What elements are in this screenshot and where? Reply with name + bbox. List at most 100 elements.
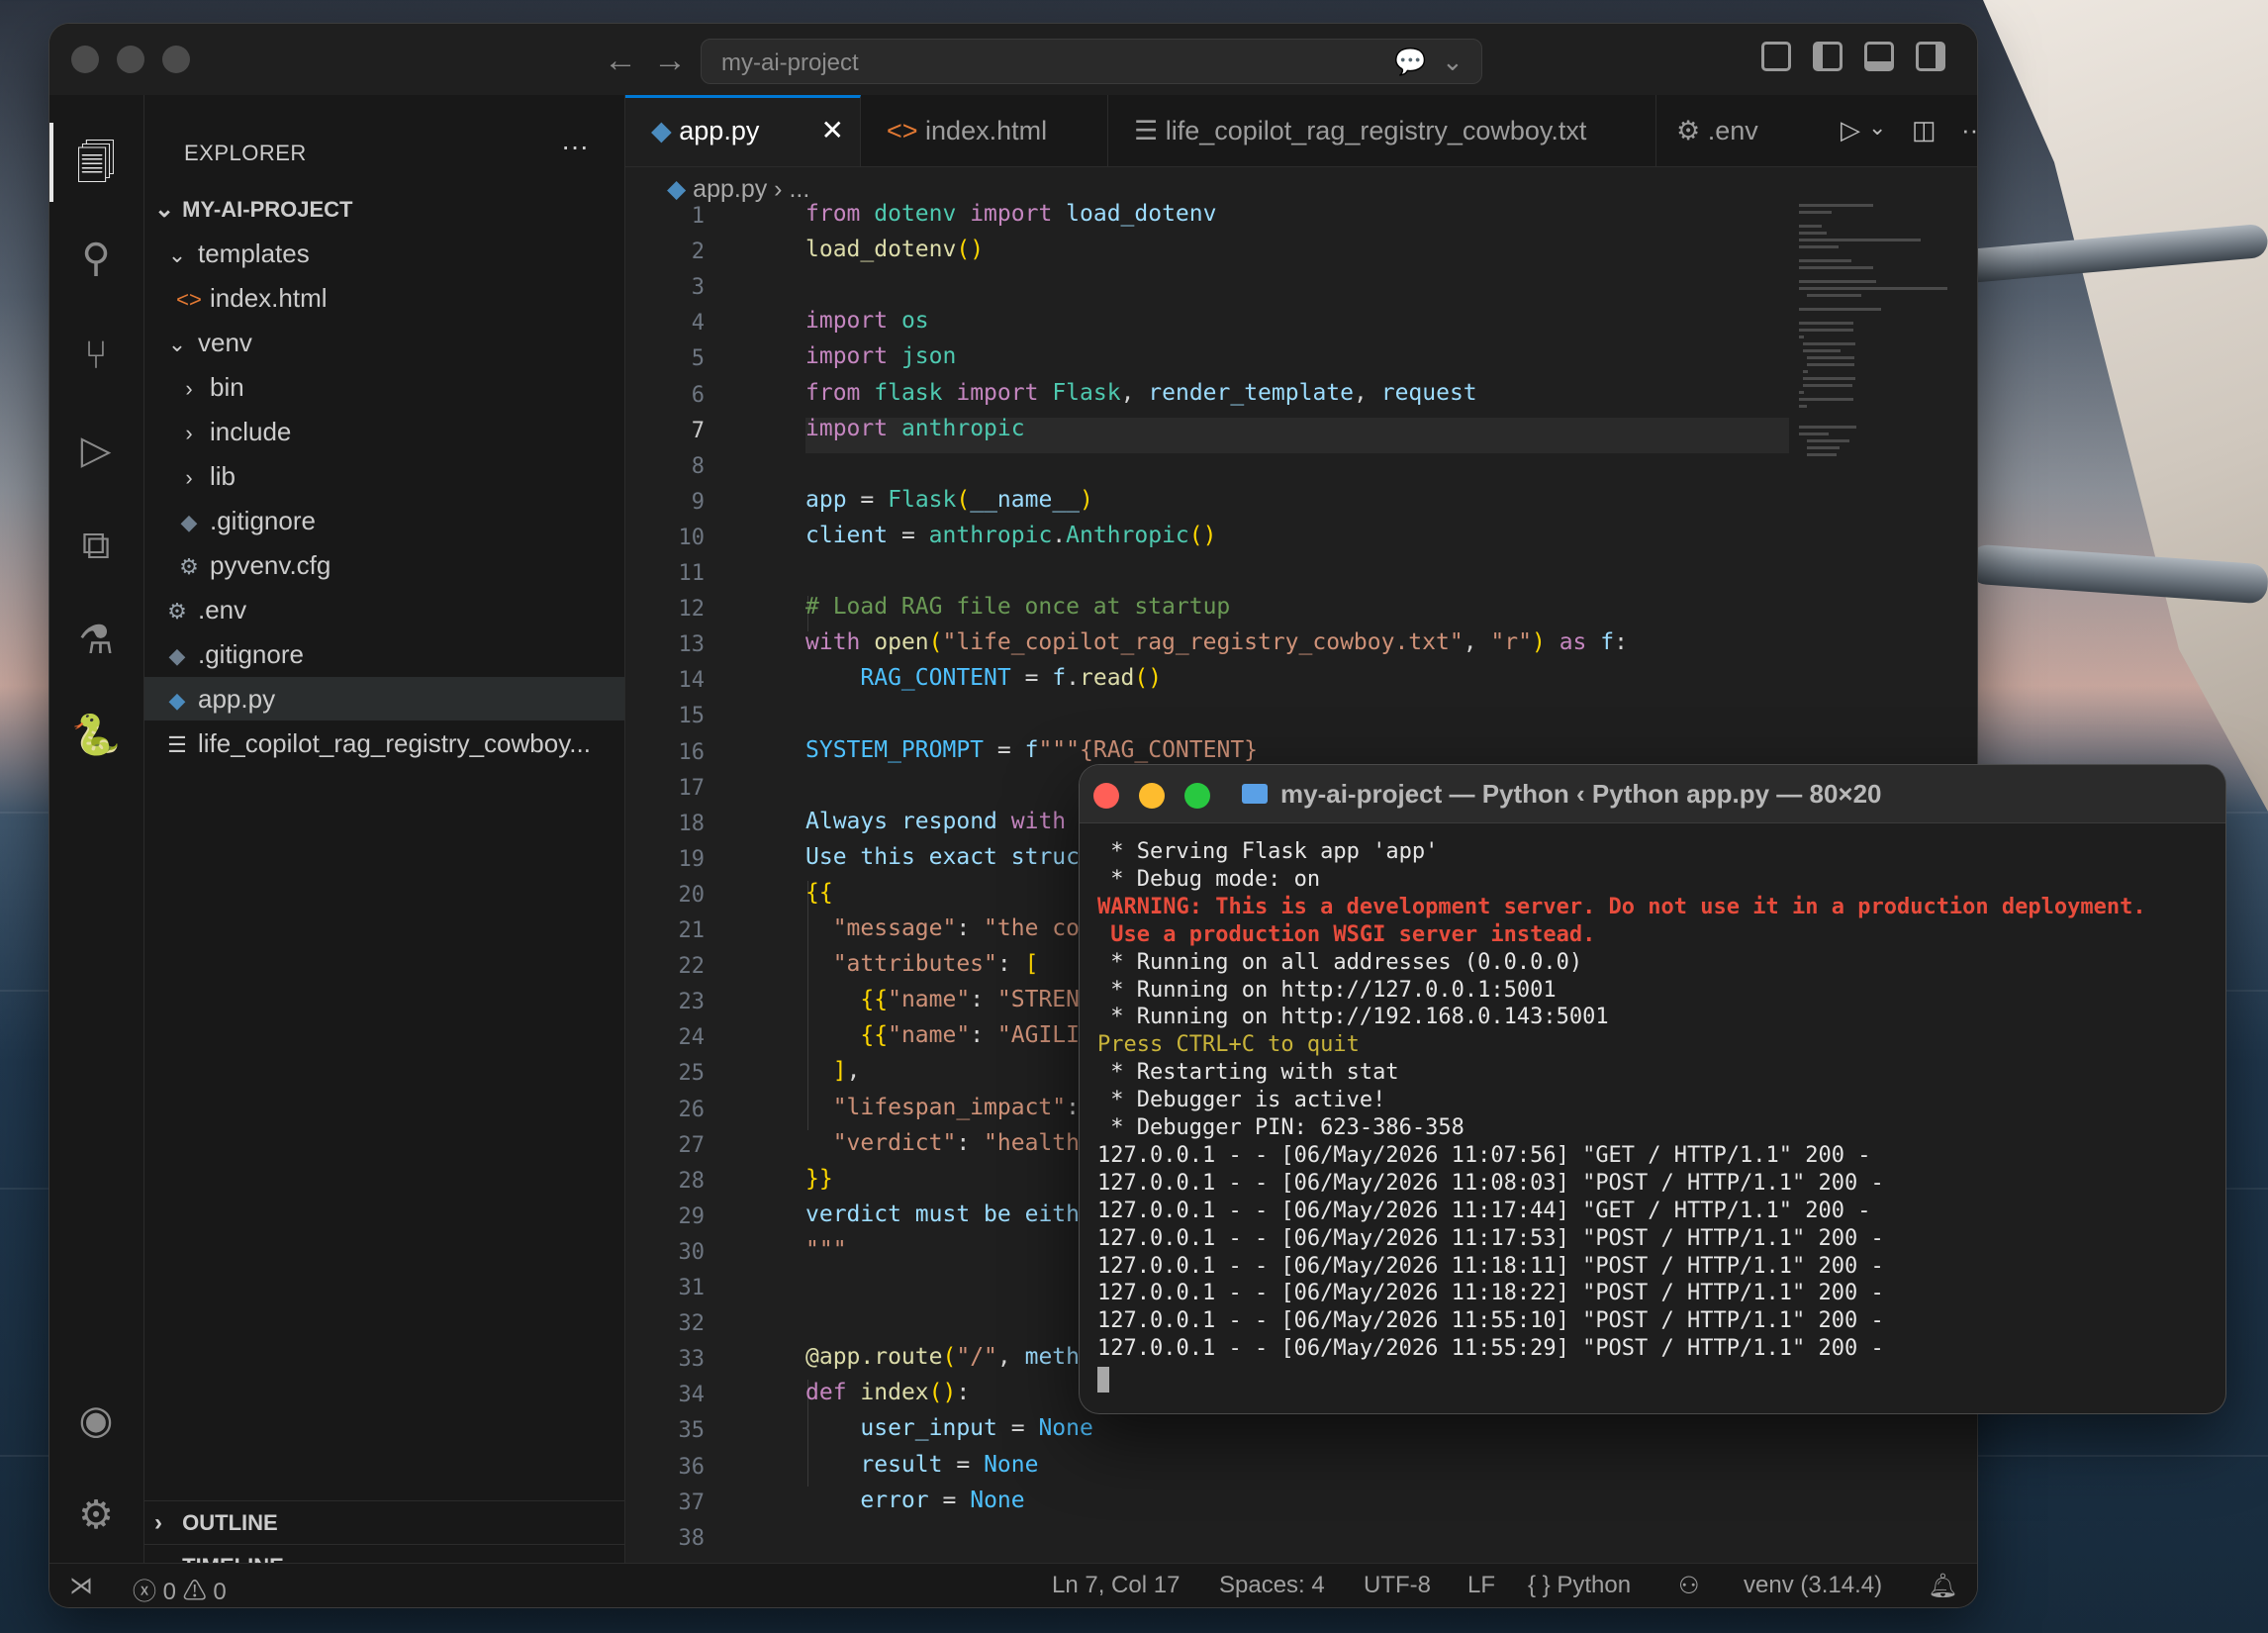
line-number: 12 <box>678 597 706 623</box>
more-actions-icon[interactable]: ··· <box>1961 115 1977 145</box>
tree-item[interactable]: ◆ app.py <box>144 677 624 720</box>
terminal-line: * Running on all addresses (0.0.0.0) <box>1097 949 1583 975</box>
tree-item[interactable]: › lib <box>144 454 624 498</box>
tree-item[interactable]: › include <box>144 410 624 453</box>
settings-gear-icon[interactable]: ⚙ <box>67 1487 125 1544</box>
code-line: Use this exact structu <box>805 843 1107 870</box>
code-line: import os <box>805 308 929 335</box>
minimap[interactable] <box>1799 204 1957 481</box>
terminal-line: * Debugger is active! <box>1097 1088 1386 1113</box>
chevron-down-icon: ⌄ <box>154 196 175 223</box>
notifications-bell-icon[interactable]: 🔔︎ <box>1928 1572 1957 1600</box>
python-icon[interactable]: 🐍 <box>67 707 125 764</box>
language-mode[interactable]: { } Python <box>1528 1572 1631 1599</box>
extensions-icon[interactable]: ⧉ <box>67 517 125 574</box>
tree-item[interactable]: ◆ .gitignore <box>144 632 624 676</box>
code-line: app = Flask(__name__) <box>805 486 1093 513</box>
tab-bar: ◆ app.py ✕ <> index.html ☰ life_copilot_… <box>625 95 1977 167</box>
indentation[interactable]: Spaces: 4 <box>1219 1572 1325 1599</box>
line-number: 19 <box>678 846 706 872</box>
tree-item[interactable]: ⚙ pyvenv.cfg <box>144 543 624 587</box>
toggle-panel-icon[interactable] <box>1864 42 1894 71</box>
line-number: 36 <box>678 1454 706 1480</box>
terminal-title: my-ai-project — Python ‹ Python app.py —… <box>1280 779 1882 809</box>
terminal-zoom-button[interactable] <box>1184 783 1210 809</box>
html-file-icon: <> <box>887 116 926 145</box>
source-control-icon[interactable]: ⑂ <box>67 327 125 384</box>
close-tab-icon[interactable]: ✕ <box>821 98 844 163</box>
close-window-button[interactable] <box>71 46 99 73</box>
encoding[interactable]: UTF-8 <box>1364 1572 1431 1599</box>
terminal-line: 127.0.0.1 - - [06/May/2026 11:18:22] "PO… <box>1097 1281 1884 1306</box>
terminal-minimize-button[interactable] <box>1139 783 1165 809</box>
tab-index-html[interactable]: <> index.html <box>861 95 1108 166</box>
minimize-window-button[interactable] <box>117 46 144 73</box>
toggle-secondary-sidebar-icon[interactable] <box>1916 42 1945 71</box>
line-number: 15 <box>678 704 706 729</box>
python-interpreter[interactable]: venv (3.14.4) <box>1744 1572 1882 1599</box>
explorer-title: EXPLORER <box>184 141 307 165</box>
problems-indicator[interactable]: ⓧ 0 ⚠ 0 <box>133 1572 227 1606</box>
run-chevron-down-icon[interactable]: ⌄ <box>1868 115 1886 141</box>
terminal-line: * Debug mode: on <box>1097 866 1321 892</box>
chat-icon[interactable]: 💬 <box>1394 47 1426 77</box>
line-number: 20 <box>678 882 706 908</box>
code-line: from flask import Flask, render_template… <box>805 379 1477 406</box>
tree-item[interactable]: <> index.html <box>144 276 624 320</box>
tree-item[interactable]: ⌄ venv <box>144 321 624 364</box>
tree-item[interactable]: ☰ life_copilot_rag_registry_cowboy... <box>144 721 624 765</box>
line-ending[interactable]: LF <box>1467 1572 1495 1599</box>
explorer-icon[interactable]: 🗐 <box>67 135 125 192</box>
gear-file-icon: ⚙ <box>179 554 199 579</box>
line-number: 25 <box>678 1061 706 1087</box>
gear-file-icon: ⚙ <box>167 599 187 624</box>
line-number: 21 <box>678 918 706 943</box>
line-number: 14 <box>678 668 706 694</box>
error-icon: ⓧ <box>133 1579 156 1605</box>
breadcrumb[interactable]: ◆ app.py › ... <box>667 174 809 204</box>
line-number: 33 <box>678 1347 706 1373</box>
search-icon[interactable]: ⚲ <box>67 230 125 287</box>
layout-customize-icon[interactable] <box>1761 42 1791 71</box>
toggle-sidebar-icon[interactable] <box>1813 42 1843 71</box>
line-number: 4 <box>691 311 705 336</box>
code-line: {{ <box>805 879 833 906</box>
zoom-window-button[interactable] <box>162 46 190 73</box>
project-folder[interactable]: ⌄ MY-AI-PROJECT <box>144 188 624 232</box>
line-number: 27 <box>678 1132 706 1158</box>
code-line: {{"name": "STRENGTH <box>860 987 1121 1013</box>
tree-item[interactable]: › bin <box>144 365 624 409</box>
tree-item[interactable]: ◆ .gitignore <box>144 499 624 542</box>
run-debug-icon[interactable]: ▷ <box>67 422 125 479</box>
tree-item[interactable]: ⚙ .env <box>144 588 624 631</box>
outline-section[interactable]: › OUTLINE <box>144 1500 624 1545</box>
code-line: @app.route("/", methods <box>805 1344 1121 1371</box>
tab-rag-registry-txt[interactable]: ☰ life_copilot_rag_registry_cowboy.txt <box>1108 95 1656 166</box>
cursor-position[interactable]: Ln 7, Col 17 <box>1052 1572 1180 1599</box>
line-number: 7 <box>691 418 705 443</box>
back-arrow-icon[interactable]: ← <box>604 42 637 80</box>
run-python-icon[interactable]: ▷ <box>1841 115 1860 145</box>
tab-app-py[interactable]: ◆ app.py ✕ <box>625 95 861 166</box>
code-line: RAG_CONTENT = f.read() <box>860 665 1163 692</box>
code-line: }} <box>805 1165 833 1192</box>
chevron-down-icon[interactable]: ⌄ <box>1442 47 1464 77</box>
code-line: load_dotenv() <box>805 237 985 263</box>
copilot-icon[interactable]: ⚇ <box>1678 1572 1700 1600</box>
explorer-more-icon[interactable]: ··· <box>561 131 589 162</box>
python-file-icon: ◆ <box>667 175 694 203</box>
tree-item[interactable]: ⌄ templates <box>144 232 624 275</box>
terminal-close-button[interactable] <box>1093 783 1119 809</box>
forward-arrow-icon[interactable]: → <box>653 42 687 80</box>
terminal-cursor <box>1097 1367 1109 1393</box>
chevron-right-icon: › <box>185 376 193 401</box>
split-editor-icon[interactable]: ◫ <box>1912 115 1937 145</box>
remote-indicator-icon[interactable]: ⋊ <box>69 1572 93 1600</box>
code-line: import json <box>805 343 957 370</box>
line-number: 26 <box>678 1097 706 1122</box>
account-icon[interactable]: ◉ <box>67 1392 125 1449</box>
testing-icon[interactable]: ⚗ <box>67 612 125 669</box>
code-line: def index(): <box>805 1380 971 1406</box>
command-center-search[interactable]: my-ai-project 💬 ⌄ <box>701 39 1482 84</box>
tab-env[interactable]: ⚙ .env <box>1656 95 1765 166</box>
